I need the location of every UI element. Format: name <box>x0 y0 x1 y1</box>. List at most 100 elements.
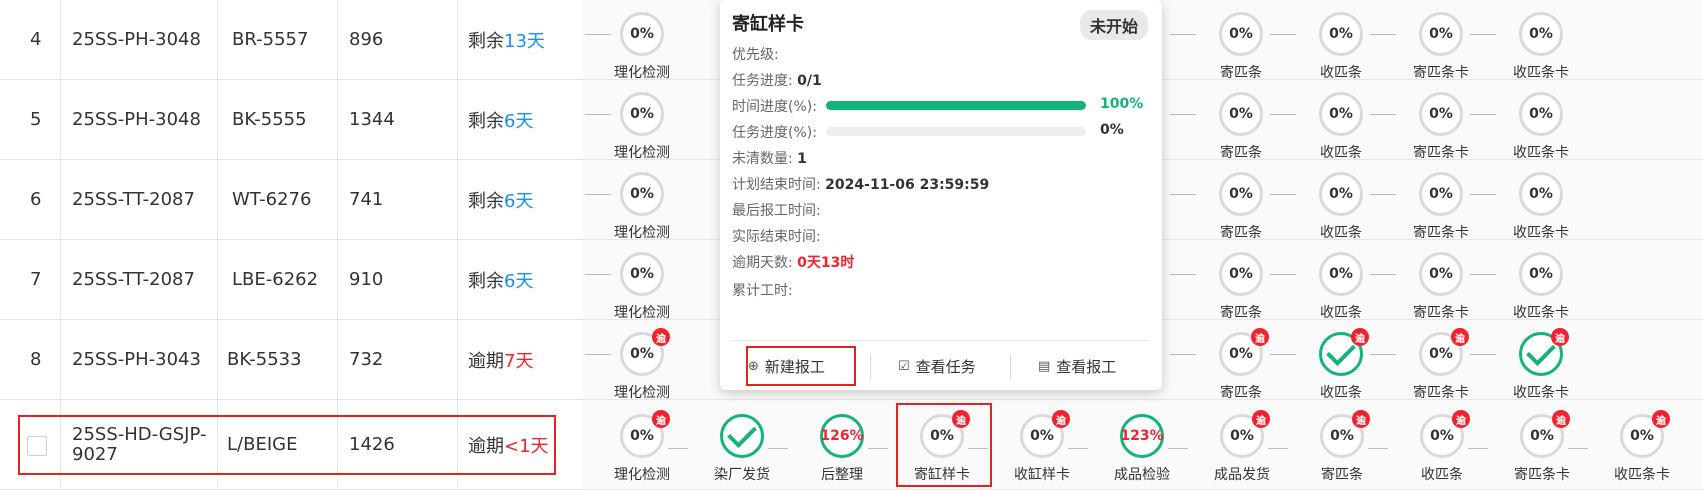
step-connector <box>1470 354 1496 355</box>
actual-end-row: 实际结束时间: <box>732 229 821 245</box>
process-step[interactable]: 0% 寄匹条卡 <box>1391 92 1491 161</box>
document-icon: ▤ <box>1038 358 1051 374</box>
process-step[interactable]: 0% 收匹条卡 <box>1491 12 1591 81</box>
step-progress-circle[interactable]: 0% <box>1219 252 1263 296</box>
step-progress-circle[interactable]: 0% <box>1319 252 1363 296</box>
step-label: 寄匹条 <box>1220 385 1262 401</box>
process-step[interactable]: 0% 寄匹条卡 <box>1391 252 1491 321</box>
step-progress-circle[interactable]: 0% <box>1319 92 1363 136</box>
process-step[interactable]: 0% 寄匹条 <box>1191 172 1291 241</box>
process-step[interactable]: 0% 收匹条 <box>1291 252 1391 321</box>
step-progress-circle[interactable]: 0% <box>1419 12 1463 56</box>
step-label: 收匹条卡 <box>1513 225 1569 241</box>
step-label: 寄匹条卡 <box>1413 225 1469 241</box>
popover-divider <box>732 340 1150 341</box>
step-label: 理化检测 <box>614 305 670 321</box>
color-code: BR-5557 <box>232 29 309 50</box>
task-progress-pct: 0% <box>1100 122 1124 138</box>
process-step[interactable]: 0% 逾寄匹条 <box>1191 328 1291 401</box>
step-progress-circle[interactable]: 0% <box>620 252 664 296</box>
process-step[interactable]: 0% 收匹条卡 <box>1491 252 1591 321</box>
step-label: 染厂发货 <box>714 467 770 483</box>
step-progress-circle[interactable]: 0% <box>1519 252 1563 296</box>
step-progress-circle[interactable]: 126% <box>820 414 864 458</box>
step-progress-circle[interactable]: 0% <box>1219 92 1263 136</box>
process-step[interactable]: 0% 理化检测 <box>592 172 692 241</box>
process-step[interactable]: 0% 寄匹条 <box>1191 252 1291 321</box>
step-label: 收匹条 <box>1320 65 1362 81</box>
step-progress-circle[interactable] <box>720 414 764 458</box>
process-step[interactable]: 逾收匹条 <box>1291 328 1391 401</box>
process-step[interactable]: 0% 收匹条 <box>1291 172 1391 241</box>
row-index: 8 <box>30 349 42 370</box>
overdue-badge: 逾 <box>1251 328 1269 346</box>
step-progress-circle[interactable]: 0% <box>1219 12 1263 56</box>
step-connector <box>1170 114 1196 115</box>
overdue-days-row: 逾期天数: 0天13时 <box>732 255 855 271</box>
process-step[interactable]: 0% 理化检测 <box>592 12 692 81</box>
priority-row: 优先级: <box>732 47 779 63</box>
step-label: 寄匹条 <box>1321 467 1363 483</box>
step-connector <box>1370 114 1396 115</box>
uncleared-row: 未清数量: 1 <box>732 151 807 167</box>
step-connector <box>868 448 888 449</box>
overdue-badge: 逾 <box>1352 410 1370 428</box>
step-label: 收匹条卡 <box>1513 65 1569 81</box>
process-step[interactable]: 0% 逾寄匹条卡 <box>1391 328 1491 401</box>
step-label: 理化检测 <box>614 225 670 241</box>
step-connector <box>1068 448 1088 449</box>
step-connector <box>1370 354 1396 355</box>
step-label: 收匹条 <box>1320 305 1362 321</box>
step-progress-circle[interactable]: 0% <box>620 12 664 56</box>
step-progress-circle[interactable]: 0% <box>1419 172 1463 216</box>
column-separator <box>60 160 61 239</box>
color-code: BK-5555 <box>232 109 307 130</box>
step-label: 寄匹条 <box>1220 225 1262 241</box>
plan-end-row: 计划结束时间: 2024-11-06 23:59:59 <box>732 177 990 193</box>
process-step[interactable]: 0% 收匹条 <box>1291 12 1391 81</box>
step-connector <box>1568 448 1588 449</box>
step-progress-circle[interactable]: 0% <box>1319 172 1363 216</box>
step-progress-circle[interactable]: 0% <box>1519 12 1563 56</box>
step-connector <box>1270 114 1296 115</box>
column-separator <box>457 80 458 159</box>
step-progress-circle[interactable]: 0% <box>1419 252 1463 296</box>
step-progress-circle[interactable]: 0% <box>1419 92 1463 136</box>
view-report-button[interactable]: ▤ 查看报工 <box>1038 346 1116 386</box>
step-progress-circle[interactable]: 0% <box>620 92 664 136</box>
view-task-button[interactable]: ☑ 查看任务 <box>898 346 976 386</box>
process-step[interactable]: 0% 收匹条卡 <box>1491 92 1591 161</box>
deadline-status: 剩余 6天 <box>468 110 534 132</box>
row-index: 6 <box>30 189 42 210</box>
process-step[interactable]: 0% 逾理化检测 <box>592 328 692 401</box>
step-label: 收匹条卡 <box>1513 385 1569 401</box>
step-connector <box>1270 274 1296 275</box>
process-step[interactable]: 0% 理化检测 <box>592 252 692 321</box>
process-step[interactable]: 0% 逾收匹条卡 <box>1592 410 1692 483</box>
overdue-badge: 逾 <box>1052 410 1070 428</box>
time-progress-label: 时间进度(%): <box>732 99 817 115</box>
process-step[interactable]: 逾收匹条卡 <box>1491 328 1591 401</box>
process-step[interactable]: 0% 收匹条 <box>1291 92 1391 161</box>
process-step[interactable]: 0% 寄匹条 <box>1191 12 1291 81</box>
step-progress-circle[interactable]: 0% <box>620 172 664 216</box>
step-progress-circle[interactable]: 0% <box>1219 172 1263 216</box>
step-progress-circle[interactable]: 0% <box>1519 92 1563 136</box>
selected-step-highlight <box>896 403 992 487</box>
calendar-check-icon: ☑ <box>898 358 910 374</box>
overdue-badge: 逾 <box>1351 328 1369 346</box>
process-step[interactable]: 0% 收匹条卡 <box>1491 172 1591 241</box>
process-step[interactable]: 0% 寄匹条卡 <box>1391 12 1491 81</box>
process-step[interactable]: 0% 理化检测 <box>592 92 692 161</box>
step-label: 收缸样卡 <box>1014 467 1070 483</box>
step-connector <box>1470 114 1496 115</box>
step-progress-circle[interactable]: 0% <box>1519 172 1563 216</box>
process-step[interactable]: 0% 寄匹条卡 <box>1391 172 1491 241</box>
step-progress-circle[interactable]: 0% <box>1319 12 1363 56</box>
table-row[interactable]: 25SS-HD-GSJP-9027 L/BEIGE 1426 逾期 <1天 0% 逾理化检测… <box>0 400 1703 490</box>
step-label: 理化检测 <box>614 65 670 81</box>
column-separator <box>337 320 338 399</box>
step-progress-circle[interactable]: 123% <box>1120 414 1164 458</box>
task-progress-bar <box>826 127 1086 136</box>
process-step[interactable]: 0% 寄匹条 <box>1191 92 1291 161</box>
